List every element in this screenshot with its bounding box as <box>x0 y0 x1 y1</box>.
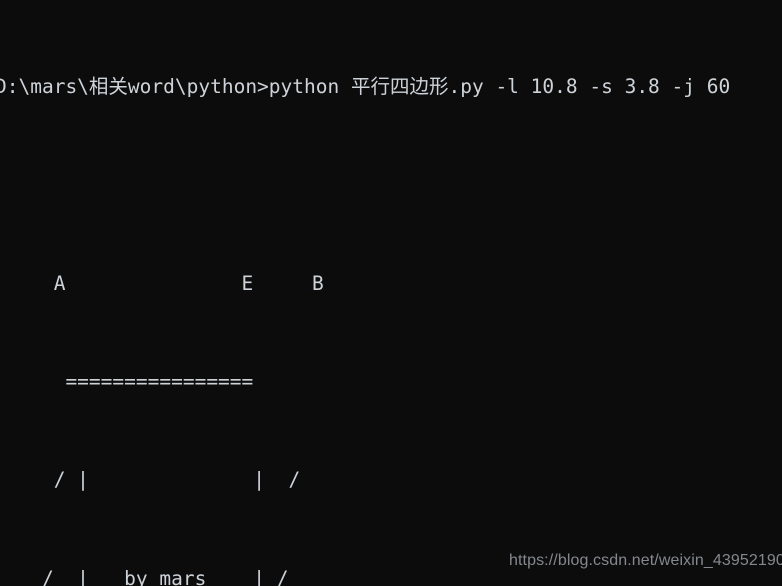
ascii-art-body-line: / | by mars | / <box>0 566 289 586</box>
terminal-window[interactable]: D:\mars\相关word\python>python 平行四边形.py -l… <box>0 0 782 586</box>
ascii-art-top-labels: A E B <box>0 271 324 295</box>
console-output: D:\mars\相关word\python>python 平行四边形.py -l… <box>0 1 782 586</box>
blank-line-1 <box>0 173 782 198</box>
ascii-art-side-line-1: / | | / <box>0 468 301 492</box>
prompt-line: D:\mars\相关word\python>python 平行四边形.py -l… <box>0 74 731 98</box>
ascii-art-top-edge: ================ <box>0 369 254 393</box>
